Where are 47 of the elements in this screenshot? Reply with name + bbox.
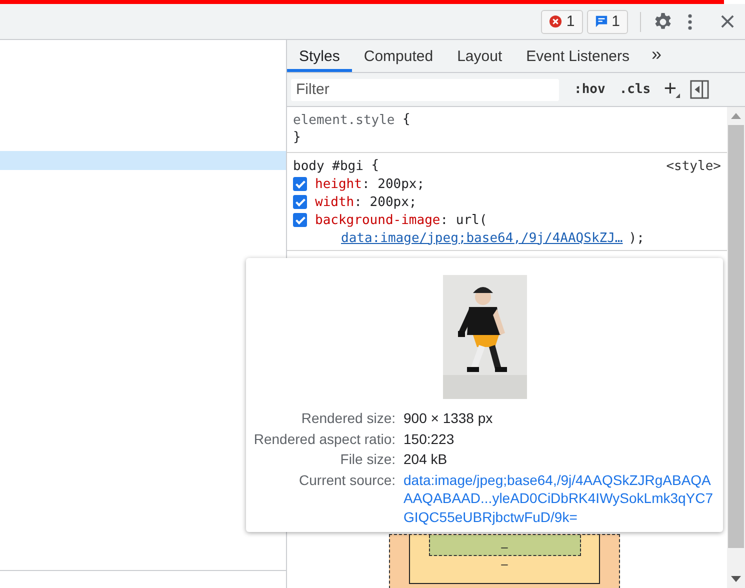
checkbox[interactable] (293, 177, 307, 191)
padding-value: – (501, 539, 508, 555)
tab[interactable]: Layout (445, 40, 514, 72)
more-options-icon[interactable] (687, 12, 693, 32)
hover-state-toggle[interactable]: :hov (569, 82, 610, 97)
info-value: 900 × 1338 px (404, 409, 494, 428)
sidebar-toggle-icon[interactable] (690, 80, 709, 99)
property-value: : 200px; (362, 176, 425, 192)
property-value: ); (628, 230, 644, 246)
info-value: 204 kB (404, 450, 448, 468)
new-rule-icon[interactable] (664, 82, 680, 98)
property-value: : 200px; (354, 194, 417, 210)
checkbox[interactable] (293, 195, 307, 209)
property-name: height (315, 176, 362, 192)
url-link[interactable]: data:image/jpeg;base64,/9j/4AAQSkZJ… (341, 230, 623, 246)
info-label: File size: (339, 450, 396, 468)
property-value: : url( (440, 212, 488, 228)
scrollbar[interactable] (727, 107, 745, 588)
property-name: background-image (315, 212, 440, 228)
message-icon (594, 15, 608, 28)
info-label: Rendered size: (300, 409, 396, 428)
scrollbar-thumb[interactable] (728, 125, 744, 548)
css-selector: body #bgi (293, 158, 364, 174)
class-toggle[interactable]: .cls (614, 82, 656, 97)
scroll-up-icon[interactable] (731, 113, 741, 119)
more-tabs-button[interactable]: » (642, 40, 672, 72)
open-brace: { (402, 111, 410, 129)
scroll-down-icon[interactable] (731, 576, 741, 582)
message-count-button[interactable]: 1 (586, 10, 628, 34)
css-selector: element.style (293, 112, 395, 128)
info-value: 150:223 (404, 430, 456, 448)
property-name: width (315, 194, 354, 210)
close-icon[interactable] (721, 15, 734, 28)
info-label: Rendered aspect ratio: (252, 430, 396, 448)
source-link[interactable]: <style> (666, 158, 721, 174)
source-url-link[interactable]: data:image/jpeg;base64,/9j/4AAQSkZJRgABAQAAAQABAAD...yleAD0CiDbRK4IWySokLmk3qYC7GIQC55eUBRjbctwFuD/9k= (404, 470, 714, 526)
checkbox[interactable] (293, 213, 307, 227)
tab[interactable]: Event Listeners (514, 40, 642, 72)
error-icon (549, 15, 562, 28)
tab[interactable]: Computed (352, 40, 446, 72)
border-value: – (501, 556, 508, 572)
error-count-button[interactable]: 1 (541, 10, 583, 34)
settings-icon[interactable] (653, 12, 673, 32)
open-brace: { (371, 157, 380, 175)
close-brace: } (293, 129, 302, 147)
filter-field[interactable]: Filter (291, 78, 559, 100)
info-label: Current source: (298, 470, 396, 490)
